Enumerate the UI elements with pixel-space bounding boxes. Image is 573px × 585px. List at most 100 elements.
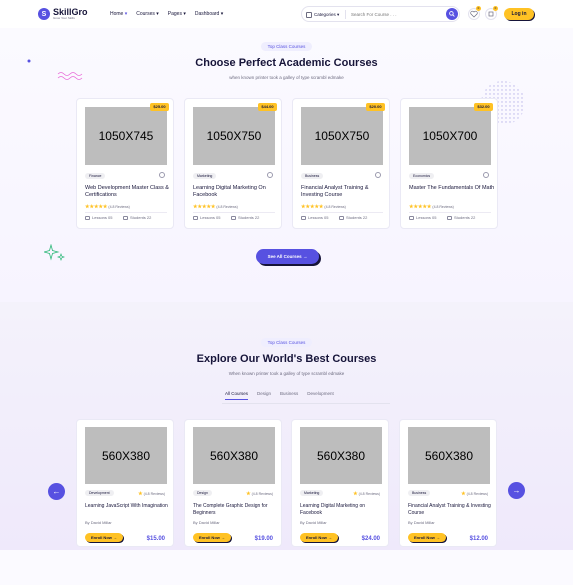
lessons-count: Lessons 05 (409, 215, 436, 220)
see-all-courses-button[interactable]: See All Courses → (256, 249, 319, 264)
category-tag[interactable]: Marketing (193, 173, 217, 179)
divider (409, 212, 491, 213)
arrow-right-icon: → (436, 535, 440, 540)
divider (301, 212, 383, 213)
students-count: Students 22 (339, 215, 367, 220)
book-icon (193, 215, 198, 220)
course-thumbnail[interactable]: 560X380 (408, 427, 490, 484)
nav-home[interactable]: Home ▾ (110, 11, 127, 17)
star-rating-icon: ★★★★★ (193, 204, 216, 210)
category-tag[interactable]: Design (193, 490, 212, 496)
course-price: $24.00 (361, 536, 380, 542)
course-card[interactable]: 560X380 Marketing ★ (4.8 Reviews) Learni… (291, 419, 389, 547)
course-thumbnail[interactable]: 1050X750 (193, 107, 275, 165)
star-rating-icon: ★★★★★ (85, 204, 108, 210)
course-rating: ★★★★★ (4.8 Reviews) (409, 204, 454, 210)
section-subtitle: when known printer took a galley of type… (229, 75, 344, 80)
price-badge: $20.00 (366, 103, 385, 111)
cart-button[interactable]: 0 (485, 6, 498, 20)
lessons-count: Lessons 05 (85, 215, 112, 220)
arrow-right-icon: → (113, 535, 117, 540)
login-button[interactable]: Log in (504, 8, 534, 20)
lessons-count: Lessons 05 (193, 215, 220, 220)
section-title: Choose Perfect Academic Courses (195, 57, 378, 69)
category-tag[interactable]: Development (85, 490, 114, 496)
course-title[interactable]: Master The Fundamentals Of Math (409, 185, 495, 192)
enroll-now-button[interactable]: Enroll Now → (408, 533, 446, 542)
wishlist-heart-icon[interactable] (483, 172, 489, 178)
tab-all-courses[interactable]: All Courses (225, 391, 249, 400)
course-title[interactable]: Learning JavaScript With Imagination (85, 503, 171, 510)
tab-development[interactable]: Development (307, 391, 334, 400)
wishlist-button[interactable]: 0 (468, 6, 481, 20)
category-dropdown[interactable]: Categories ▾ (302, 9, 346, 19)
decor-sparkle-icon (44, 244, 66, 262)
star-icon: ★ (461, 491, 466, 497)
arrow-left-icon: ← (52, 487, 61, 496)
carousel-prev-button[interactable]: ← (48, 483, 65, 500)
course-card[interactable]: 1050X750 $44.00 Marketing Learning Digit… (184, 98, 282, 229)
enroll-now-button[interactable]: Enroll Now → (85, 533, 123, 542)
main-nav: Home ▾ Courses ▾ Pages ▾ Dashboard ▾ (110, 11, 223, 17)
course-author[interactable]: By David Millar (408, 520, 435, 525)
course-card[interactable]: 1050X700 $32.00 Economics Master The Fun… (400, 98, 498, 229)
course-title[interactable]: Learning Digital Marketing on Facebook (300, 503, 386, 517)
nav-pages[interactable]: Pages ▾ (168, 11, 186, 17)
book-icon (409, 215, 414, 220)
category-tag[interactable]: Business (301, 173, 324, 179)
category-tag[interactable]: Marketing (300, 490, 324, 496)
nav-dashboard[interactable]: Dashboard ▾ (195, 11, 223, 17)
arrow-right-icon: → (512, 486, 521, 495)
course-price: $12.00 (469, 536, 488, 542)
course-price: $15.00 (146, 536, 165, 542)
course-title[interactable]: Web Development Master Class & Certifica… (85, 185, 171, 199)
book-icon (301, 215, 306, 220)
search-icon (449, 11, 455, 17)
wishlist-heart-icon[interactable] (267, 172, 273, 178)
course-title[interactable]: Learning Digital Marketing On Facebook (193, 185, 279, 199)
course-author[interactable]: By David Millar (300, 520, 327, 525)
course-thumbnail[interactable]: 560X380 (193, 427, 275, 484)
arrow-right-icon: → (221, 535, 225, 540)
course-thumbnail[interactable]: 560X380 (300, 427, 382, 484)
price-badge: $32.00 (474, 103, 493, 111)
course-title[interactable]: Financial Analyst Training & Investing C… (408, 503, 494, 517)
enroll-now-button[interactable]: Enroll Now → (300, 533, 338, 542)
course-thumbnail[interactable]: 1050X700 (409, 107, 491, 165)
course-card[interactable]: 1050X745 $25.00 Finance Web Development … (76, 98, 174, 229)
tab-design[interactable]: Design (257, 391, 271, 400)
course-card[interactable]: 560X380 Business ★ (4.8 Reviews) Financi… (399, 419, 497, 547)
star-rating-icon: ★★★★★ (301, 204, 324, 210)
wishlist-heart-icon[interactable] (375, 172, 381, 178)
course-rating: ★ (4.8 Reviews) (461, 491, 488, 497)
course-card[interactable]: 560X380 Development ★ (4.8 Reviews) Lear… (76, 419, 174, 547)
course-card[interactable]: 1050X750 $20.00 Business Financial Analy… (292, 98, 390, 229)
tab-business[interactable]: Business (280, 391, 298, 400)
nav-courses[interactable]: Courses ▾ (136, 11, 159, 17)
course-author[interactable]: By David Millar (85, 520, 112, 525)
course-thumbnail[interactable]: 1050X750 (301, 107, 383, 165)
carousel-next-button[interactable]: → (508, 482, 525, 499)
course-rating: ★★★★★ (4.8 Reviews) (193, 204, 238, 210)
category-tag[interactable]: Economics (409, 173, 435, 179)
search-input[interactable] (346, 11, 446, 17)
course-card[interactable]: 560X380 Design ★ (4.8 Reviews) The Compl… (184, 419, 282, 547)
category-tag[interactable]: Finance (85, 173, 106, 179)
search-button[interactable] (446, 8, 458, 20)
price-badge: $25.00 (150, 103, 169, 111)
wishlist-heart-icon[interactable] (159, 172, 165, 178)
site-logo[interactable]: S SkillGro Grow Your Skills (38, 8, 88, 20)
course-author[interactable]: By David Millar (193, 520, 220, 525)
enroll-now-button[interactable]: Enroll Now → (193, 533, 231, 542)
course-filter-tabs: All Courses Design Business Development (225, 391, 334, 400)
category-tag[interactable]: Business (408, 490, 431, 496)
course-title[interactable]: The Complete Graphic Design for Beginner… (193, 503, 279, 517)
user-icon (123, 215, 128, 220)
course-thumbnail[interactable]: 560X380 (85, 427, 167, 484)
course-title[interactable]: Financial Analyst Training & Investing C… (301, 185, 387, 199)
user-icon (447, 215, 452, 220)
students-count: Students 22 (123, 215, 151, 220)
course-thumbnail[interactable]: 1050X745 (85, 107, 167, 165)
divider (193, 212, 275, 213)
lessons-count: Lessons 05 (301, 215, 328, 220)
